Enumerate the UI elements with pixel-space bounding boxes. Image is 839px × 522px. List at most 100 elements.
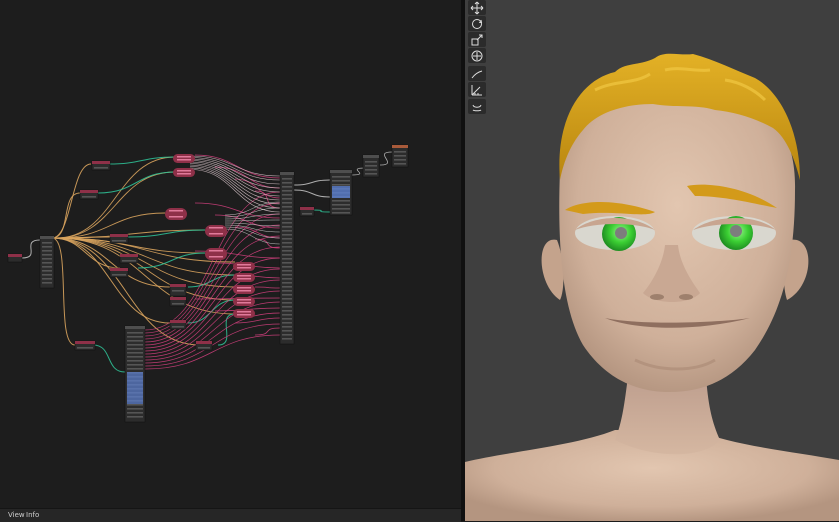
node-value-11-row[interactable] bbox=[302, 213, 312, 215]
node-shape-keys-row[interactable] bbox=[127, 352, 143, 354]
node-math-1[interactable] bbox=[173, 154, 195, 163]
node-link[interactable] bbox=[92, 344, 126, 373]
node-link[interactable] bbox=[194, 154, 281, 179]
node-link[interactable] bbox=[144, 202, 281, 334]
node-math-8-row[interactable] bbox=[237, 290, 251, 292]
node-combine-row[interactable] bbox=[282, 326, 292, 328]
node-combine-row[interactable] bbox=[282, 338, 292, 340]
node-combine-row[interactable] bbox=[282, 214, 292, 216]
node-link[interactable] bbox=[189, 158, 281, 185]
node-math-7[interactable] bbox=[233, 273, 255, 282]
node-value-8-row[interactable] bbox=[172, 326, 184, 328]
node-editor[interactable] bbox=[0, 0, 461, 521]
node-combine-row[interactable] bbox=[282, 242, 292, 244]
node-shape-keys-row[interactable] bbox=[127, 416, 143, 418]
node-material-output-row[interactable] bbox=[394, 155, 406, 157]
node-math-3[interactable] bbox=[165, 208, 187, 220]
node-combine-row[interactable] bbox=[282, 290, 292, 292]
node-main-input-row[interactable] bbox=[42, 246, 52, 248]
node-link[interactable] bbox=[137, 252, 206, 269]
node-math-5[interactable] bbox=[205, 248, 227, 260]
node-shape-keys-row[interactable] bbox=[127, 364, 143, 366]
node-combine-row[interactable] bbox=[282, 294, 292, 296]
node-value-5-header[interactable] bbox=[110, 268, 128, 271]
node-shape-keys-row[interactable] bbox=[127, 408, 143, 410]
node-combine-row[interactable] bbox=[282, 246, 292, 248]
node-link[interactable] bbox=[55, 156, 176, 239]
node-math-10-row[interactable] bbox=[237, 311, 251, 313]
node-shape-keys-row[interactable] bbox=[127, 412, 143, 414]
node-combine-row[interactable] bbox=[282, 178, 292, 180]
node-main-input-row[interactable] bbox=[42, 266, 52, 268]
node-shape-keys-row[interactable] bbox=[127, 340, 143, 342]
character-model[interactable] bbox=[465, 0, 839, 521]
node-combine-row[interactable] bbox=[282, 230, 292, 232]
node-value-9-row[interactable] bbox=[198, 347, 210, 349]
node-main-input-row[interactable] bbox=[42, 262, 52, 264]
node-value-8-header[interactable] bbox=[170, 320, 186, 323]
node-math-4[interactable] bbox=[205, 225, 227, 237]
node-link[interactable] bbox=[144, 290, 281, 358]
node-combine-row[interactable] bbox=[282, 226, 292, 228]
node-value-7-header[interactable] bbox=[170, 297, 186, 300]
node-link[interactable] bbox=[311, 209, 331, 213]
node-combine-row[interactable] bbox=[282, 278, 292, 280]
transform-tool-button[interactable] bbox=[468, 48, 486, 63]
node-link[interactable] bbox=[224, 219, 281, 222]
node-output-group-row[interactable] bbox=[332, 208, 350, 210]
node-combine-row[interactable] bbox=[282, 306, 292, 308]
node-main-input-row[interactable] bbox=[42, 258, 52, 260]
node-value-6-row[interactable] bbox=[172, 290, 184, 292]
node-combine-row[interactable] bbox=[282, 322, 292, 324]
node-output-group-row[interactable] bbox=[332, 200, 350, 202]
node-math-9-row[interactable] bbox=[237, 302, 251, 304]
node-link[interactable] bbox=[189, 166, 281, 205]
node-output-group-row[interactable] bbox=[332, 212, 350, 214]
node-combine-row[interactable] bbox=[282, 286, 292, 288]
node-math-2[interactable] bbox=[173, 168, 195, 177]
node-math-2-row[interactable] bbox=[177, 173, 191, 175]
node-math-10[interactable] bbox=[233, 309, 255, 318]
node-shape-keys-row[interactable] bbox=[127, 356, 143, 358]
node-mix-row[interactable] bbox=[365, 161, 377, 163]
node-mix-row[interactable] bbox=[365, 165, 377, 167]
node-link[interactable] bbox=[51, 237, 76, 346]
node-value-5-row[interactable] bbox=[112, 274, 126, 276]
node-main-input-row[interactable] bbox=[42, 274, 52, 276]
node-math-7-row[interactable] bbox=[237, 275, 251, 277]
move-tool-button[interactable] bbox=[468, 0, 486, 15]
node-combine-row[interactable] bbox=[282, 190, 292, 192]
node-math-4-row[interactable] bbox=[209, 233, 223, 235]
node-math-6[interactable] bbox=[233, 262, 255, 271]
node-link[interactable] bbox=[21, 239, 41, 259]
node-math-5-row[interactable] bbox=[209, 250, 223, 252]
node-main-input-row[interactable] bbox=[42, 250, 52, 252]
view-menu[interactable]: View bbox=[8, 510, 25, 521]
node-combine-row[interactable] bbox=[282, 194, 292, 196]
node-output-group-row[interactable] bbox=[332, 204, 350, 206]
node-shape-keys-header[interactable] bbox=[125, 326, 145, 329]
3d-viewport[interactable] bbox=[465, 0, 839, 521]
annotate-tool-button[interactable] bbox=[468, 66, 486, 81]
node-value-1-header[interactable] bbox=[92, 161, 110, 164]
node-combine-row[interactable] bbox=[282, 238, 292, 240]
node-combine-row[interactable] bbox=[282, 186, 292, 188]
node-combine-header[interactable] bbox=[280, 172, 294, 175]
node-shape-keys-row[interactable] bbox=[127, 360, 143, 362]
node-group-input-header[interactable] bbox=[8, 254, 22, 257]
node-combine-row[interactable] bbox=[282, 254, 292, 256]
node-value-6-header[interactable] bbox=[170, 284, 186, 287]
node-combine-row[interactable] bbox=[282, 334, 292, 336]
node-combine-row[interactable] bbox=[282, 298, 292, 300]
node-main-input-row[interactable] bbox=[42, 282, 52, 284]
node-value-3-header[interactable] bbox=[110, 234, 128, 237]
node-math-1-row[interactable] bbox=[177, 156, 191, 158]
node-main-input-row[interactable] bbox=[42, 278, 52, 280]
node-mix-header[interactable] bbox=[363, 155, 379, 158]
node-link[interactable] bbox=[379, 151, 393, 166]
node-link[interactable] bbox=[293, 189, 331, 198]
node-link[interactable] bbox=[51, 192, 81, 239]
node-math-4-row[interactable] bbox=[209, 227, 223, 229]
node-value-9-header[interactable] bbox=[196, 341, 212, 344]
node-shape-keys-row[interactable] bbox=[127, 344, 143, 346]
